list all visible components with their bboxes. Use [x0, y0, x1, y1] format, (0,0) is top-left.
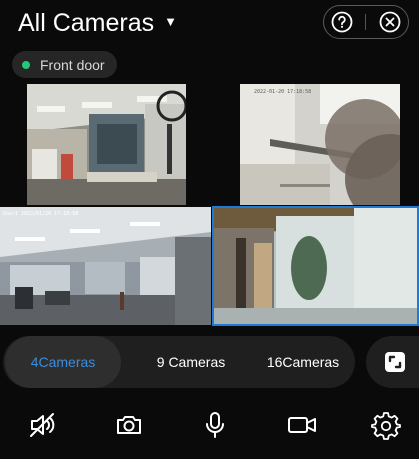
help-circle-icon — [331, 11, 353, 33]
device-chip[interactable]: Front door — [12, 51, 117, 78]
layout-16-cameras[interactable]: 16Cameras — [248, 336, 358, 388]
mute-button[interactable] — [25, 408, 59, 442]
caret-down-icon: ▼ — [164, 14, 178, 29]
camera-grid: 2022-01-20 17:18:58 Door1 2022/01/20 17:… — [0, 84, 419, 326]
camera-feed-2[interactable]: 2022-01-20 17:18:58 — [240, 84, 400, 205]
divider — [365, 14, 367, 30]
camera-feed-3-image — [0, 207, 211, 325]
header: All Cameras ▼ — [0, 0, 419, 46]
snapshot-button[interactable] — [112, 408, 146, 442]
online-status-dot — [22, 60, 30, 69]
close-circle-icon — [379, 11, 401, 33]
camera-feed-1-image — [27, 84, 186, 205]
camera-feed-2-image — [240, 84, 400, 205]
layout-selector: 4Cameras 9 Cameras 16Cameras — [3, 336, 355, 388]
video-record-icon — [288, 417, 316, 433]
layout-4-cameras[interactable]: 4Cameras — [5, 336, 121, 388]
fullscreen-button[interactable] — [366, 336, 419, 388]
speaker-muted-icon — [30, 413, 55, 437]
camera-feed-4-selected[interactable] — [212, 206, 419, 326]
gear-icon — [371, 412, 401, 440]
camera-feed-3-timestamp: Door1 2022/01/20 17:18:58 — [3, 211, 79, 217]
camera-feed-3[interactable]: Door1 2022/01/20 17:18:58 — [0, 207, 211, 325]
camera-feed-4-image — [214, 208, 417, 324]
camera-icon — [117, 416, 141, 434]
record-button[interactable] — [285, 408, 319, 442]
microphone-icon — [206, 412, 224, 438]
talk-button[interactable] — [198, 408, 232, 442]
camera-feed-2-timestamp: 2022-01-20 17:18:58 — [254, 89, 312, 95]
help-button[interactable] — [330, 10, 354, 34]
device-chip-label: Front door — [40, 56, 105, 73]
layout-9-cameras[interactable]: 9 Cameras — [131, 336, 251, 388]
close-button[interactable] — [378, 10, 402, 34]
settings-button[interactable] — [369, 408, 403, 442]
fullscreen-icon — [385, 352, 405, 372]
camera-group-selector[interactable]: All Cameras ▼ — [18, 8, 177, 38]
camera-feed-1[interactable] — [27, 84, 186, 205]
page-title: All Cameras — [18, 9, 155, 37]
bottom-toolbar — [0, 400, 419, 450]
header-actions — [323, 5, 409, 39]
